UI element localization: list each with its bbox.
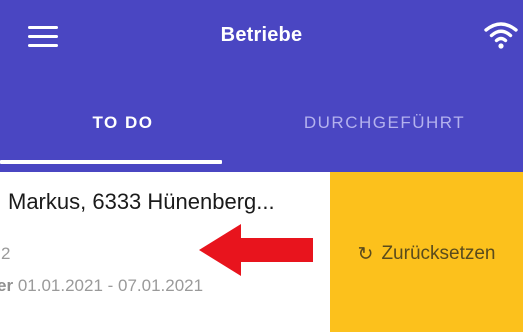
page-title: Betriebe xyxy=(220,24,303,46)
tab-todo[interactable]: TO DO xyxy=(0,73,246,172)
reset-icon: ↻ xyxy=(357,243,374,265)
reset-button[interactable]: ↻ Zurücksetzen xyxy=(330,172,523,332)
reset-button-content: ↻ Zurücksetzen xyxy=(358,243,496,266)
wifi-icon xyxy=(484,22,518,49)
reset-button-label: Zurücksetzen xyxy=(381,243,496,264)
period-range: 01.01.2021 - 07.01.2021 xyxy=(17,276,204,295)
tab-bar: TO DO DURCHGEFÜHRT xyxy=(0,73,523,172)
period-prefix: er xyxy=(0,276,14,295)
list-item-name: Markus, 6333 Hünenberg... xyxy=(8,189,275,214)
app-screen: Betriebe TO DO DURCHGEFÜHRT Markus, 6333… xyxy=(0,0,523,332)
red-arrow-icon xyxy=(199,224,313,276)
list-item-number: 2 xyxy=(1,244,11,263)
app-bar: Betriebe xyxy=(0,0,523,74)
list-item-period: er 01.01.2021 - 07.01.2021 xyxy=(0,276,203,296)
active-tab-indicator xyxy=(0,160,222,164)
tab-durchgefuehrt[interactable]: DURCHGEFÜHRT xyxy=(246,73,523,172)
